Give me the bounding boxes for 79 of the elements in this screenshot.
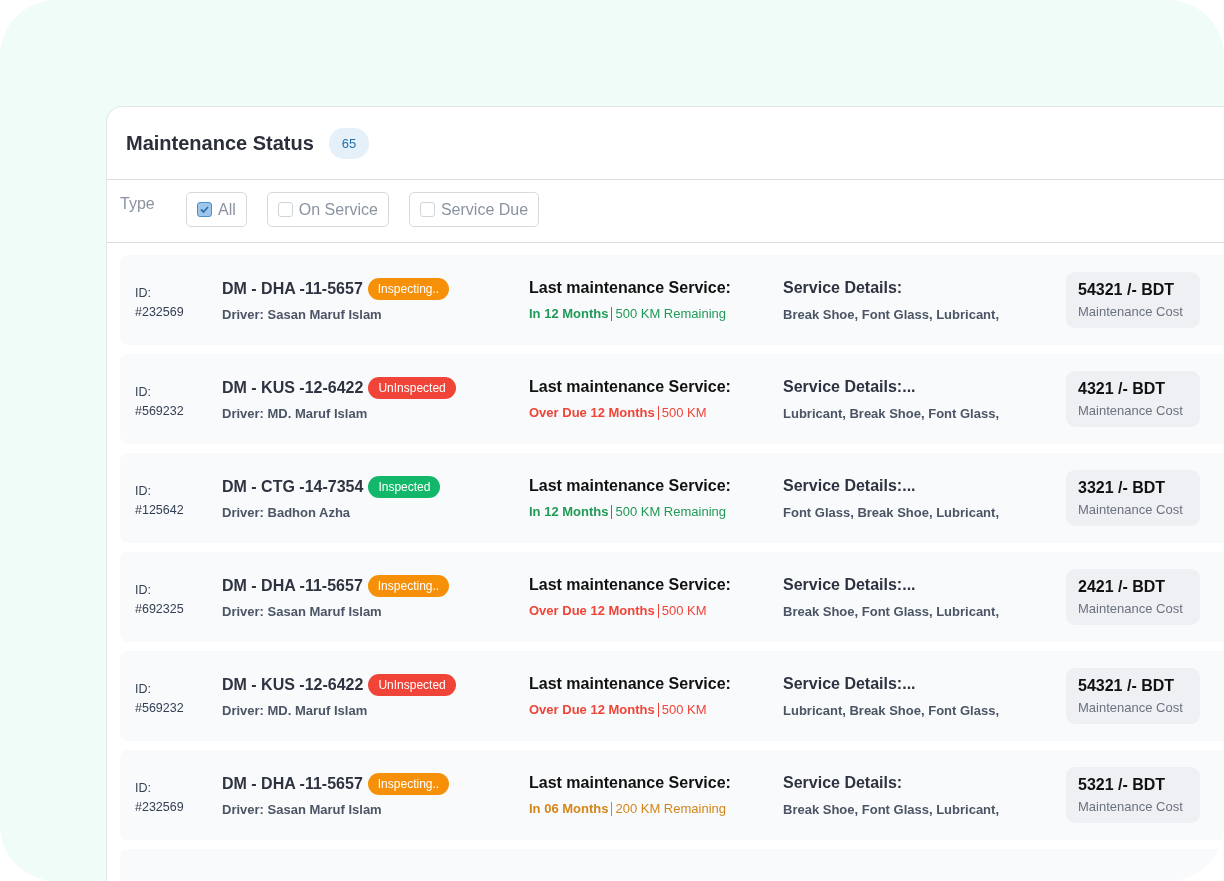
id-label: ID: — [135, 780, 152, 795]
id-label: ID: — [135, 285, 152, 300]
last-service-label: Last maintenance Service: — [529, 774, 732, 792]
id-label: ID: — [135, 582, 152, 597]
service-details-label: Service Details:... — [783, 377, 917, 396]
service-details-label: Service Details: — [783, 278, 904, 297]
cost-amount: 54321 /- BDT — [1078, 281, 1176, 299]
service-details-label: Service Details:... — [783, 575, 917, 594]
filter-label: Type — [120, 194, 156, 213]
due-period: In 06 Months — [529, 802, 609, 816]
last-service-label: Last maintenance Service: — [529, 378, 732, 396]
status-badge: Inspecting.. — [367, 575, 450, 597]
due-period: In 12 Months — [529, 505, 609, 519]
cost-amount: 5321 /- BDT — [1078, 776, 1167, 794]
due-period: Over Due 12 Months — [529, 703, 655, 717]
service-details-label: Service Details:... — [783, 674, 917, 693]
driver-name: Driver: Sasan Maruf Islam — [222, 604, 383, 619]
km-remaining: 500 KM Remaining — [611, 307, 726, 321]
cost-label: Maintenance Cost — [1078, 799, 1184, 814]
cost-amount: 3321 /- BDT — [1078, 479, 1167, 497]
km-remaining: 500 KM — [657, 604, 707, 618]
vehicle-id: #232569 — [135, 799, 185, 814]
plate-number: DM - DHA -11-5657 — [222, 280, 363, 298]
filter-checkbox[interactable]: All — [186, 192, 247, 227]
service-details: Lubricant, Break Shoe, Font Glass, — [783, 405, 1000, 421]
cost-amount: 54321 /- BDT — [1078, 677, 1176, 695]
service-details-label: Service Details:... — [783, 476, 917, 495]
service-details: Break Shoe, Font Glass, Lubricant, — [783, 603, 1000, 619]
id-label: ID: — [135, 681, 152, 696]
cost-amount: 2421 /- BDT — [1078, 578, 1167, 596]
status-badge: Inspected — [368, 476, 441, 498]
cost-label: Maintenance Cost — [1078, 502, 1184, 517]
plate-number: DM - KUS -12-6422 — [222, 676, 364, 694]
id-label: ID: — [135, 384, 152, 399]
due-period: Over Due 12 Months — [529, 604, 655, 618]
plate-number: DM - CTG -14-7354 — [222, 478, 364, 496]
panel-title: Maintenance Status — [126, 131, 314, 155]
status-badge: Inspecting.. — [367, 278, 450, 300]
vehicle-id: #692325 — [135, 601, 185, 616]
driver-name: Driver: MD. Maruf Islam — [222, 703, 369, 718]
filter-checkbox[interactable]: On Service — [266, 192, 389, 227]
driver-name: Driver: Badhon Azha — [222, 505, 352, 520]
service-details-label: Service Details: — [783, 773, 904, 792]
due-period: Over Due 12 Months — [529, 406, 655, 420]
driver-name: Driver: Sasan Maruf Islam — [222, 802, 383, 817]
plate-number: DM - DHA -11-5657 — [222, 775, 363, 793]
cost-label: Maintenance Cost — [1078, 601, 1184, 616]
km-remaining: 500 KM — [657, 703, 707, 717]
last-service-label: Last maintenance Service: — [529, 279, 732, 297]
service-details: Lubricant, Break Shoe, Font Glass, — [783, 702, 1000, 718]
vehicle-id: #569232 — [135, 700, 185, 715]
last-service-label: Last maintenance Service: — [529, 576, 732, 594]
service-details: Font Glass, Break Shoe, Lubricant, — [783, 504, 1000, 520]
status-badge: UnInspected — [368, 377, 456, 399]
due-period: In 12 Months — [529, 307, 609, 321]
service-details: Break Shoe, Font Glass, Lubricant, — [783, 306, 1000, 322]
cost-label: Maintenance Cost — [1078, 700, 1184, 715]
filter-checkbox[interactable]: Service Due — [408, 192, 540, 227]
km-remaining: 500 KM — [657, 406, 707, 420]
last-service-label: Last maintenance Service: — [529, 675, 732, 693]
km-remaining: 500 KM Remaining — [611, 505, 726, 519]
status-badge: UnInspected — [368, 674, 456, 696]
status-badge: Inspecting.. — [367, 773, 450, 795]
driver-name: Driver: Sasan Maruf Islam — [222, 307, 383, 322]
checkbox-icon[interactable] — [197, 202, 212, 217]
km-remaining: 200 KM Remaining — [611, 802, 726, 816]
service-details: Break Shoe, Font Glass, Lubricant, — [783, 801, 1000, 817]
id-label: ID: — [135, 483, 152, 498]
last-service-label: Last maintenance Service: — [529, 477, 732, 495]
plate-number: DM - KUS -12-6422 — [222, 379, 364, 397]
vehicle-id: #569232 — [135, 403, 185, 418]
cost-amount: 4321 /- BDT — [1078, 380, 1167, 398]
plate-number: DM - DHA -11-5657 — [222, 577, 363, 595]
cost-label: Maintenance Cost — [1078, 304, 1184, 319]
vehicle-id: #232569 — [135, 304, 185, 319]
driver-name: Driver: MD. Maruf Islam — [222, 406, 369, 421]
count-badge: 65 — [328, 127, 370, 159]
vehicle-id: #125642 — [135, 502, 185, 517]
cost-label: Maintenance Cost — [1078, 403, 1184, 418]
